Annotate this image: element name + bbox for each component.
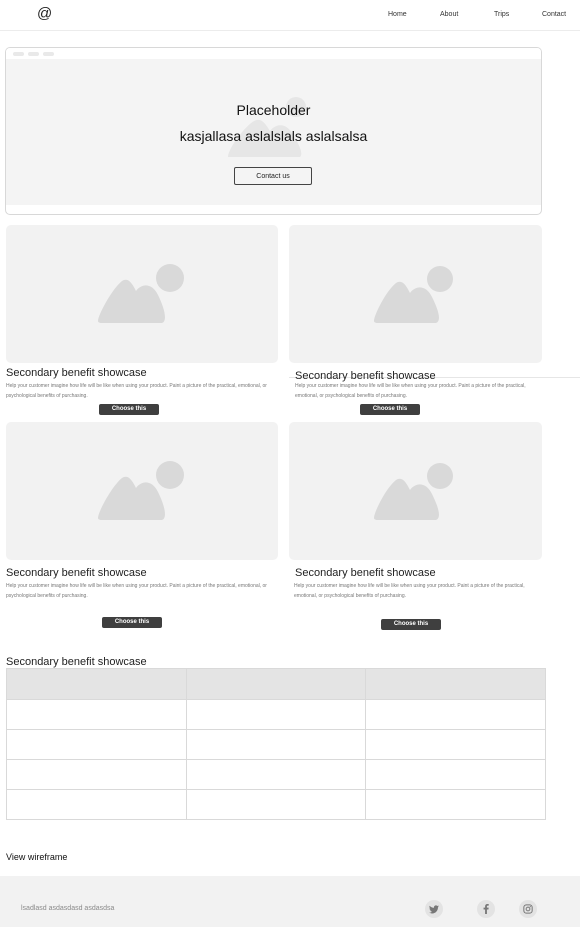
card-title: Secondary benefit showcase: [295, 567, 436, 579]
nav-link-trips[interactable]: Trips: [494, 11, 509, 18]
table-cell: [185, 759, 367, 790]
hero-section: Placeholder kasjallasa aslalslals aslals…: [5, 47, 542, 215]
card-image-placeholder: [6, 422, 278, 560]
table-header-cell: [365, 668, 546, 700]
choose-this-button[interactable]: Choose this: [360, 404, 420, 415]
window-dot: [28, 52, 39, 56]
hero-title: Placeholder: [236, 102, 311, 118]
table-section-title: Secondary benefit showcase: [6, 656, 147, 668]
card-image-placeholder: [289, 225, 542, 363]
window-dot: [13, 52, 24, 56]
table-cell: [6, 699, 187, 730]
twitter-icon[interactable]: [425, 900, 443, 918]
table-cell: [365, 699, 546, 730]
table-cell: [365, 729, 546, 760]
instagram-icon[interactable]: [519, 900, 537, 918]
image-placeholder-icon: [98, 461, 184, 520]
card-description: Help your customer imagine how life will…: [6, 383, 267, 399]
table-cell: [6, 789, 187, 820]
card-description: Help your customer imagine how life will…: [295, 383, 526, 399]
table-header-cell: [185, 668, 367, 700]
card-title: Secondary benefit showcase: [6, 567, 147, 579]
table-cell: [6, 729, 187, 760]
comparison-table: [6, 668, 546, 820]
image-placeholder-icon: [98, 264, 184, 323]
choose-this-button[interactable]: Choose this: [99, 404, 159, 415]
image-placeholder-icon: [374, 266, 453, 323]
table-cell: [365, 789, 546, 820]
choose-this-button[interactable]: Choose this: [102, 617, 162, 628]
hero-image-area: Placeholder kasjallasa aslalslals aslals…: [6, 59, 541, 205]
table-row: [6, 729, 546, 760]
card-image-placeholder: [289, 422, 542, 560]
table-cell: [185, 699, 367, 730]
facebook-icon[interactable]: [477, 900, 495, 918]
browser-window-bar: [6, 48, 541, 59]
view-wireframe-link[interactable]: View wireframe: [6, 852, 67, 862]
hero-subtitle: kasjallasa aslalslals aslalsalsa: [179, 128, 368, 144]
footer: lsadlasd asdasdasd asdasdsa: [0, 876, 580, 927]
image-placeholder-icon: [374, 463, 453, 520]
window-dot: [43, 52, 54, 56]
table-cell: [185, 789, 367, 820]
nav-link-home[interactable]: Home: [388, 11, 407, 18]
nav-link-about[interactable]: About: [440, 11, 458, 18]
nav-link-contact[interactable]: Contact: [542, 11, 566, 18]
table-header-row: [6, 668, 546, 700]
table-cell: [6, 759, 187, 790]
card-image-placeholder: [6, 225, 278, 363]
choose-this-button[interactable]: Choose this: [381, 619, 441, 630]
top-navbar: @ Home About Trips Contact: [0, 0, 580, 31]
table-row: [6, 759, 546, 790]
table-header-cell: [6, 668, 187, 700]
footer-text: lsadlasd asdasdasd asdasdsa: [21, 905, 115, 912]
at-logo-icon[interactable]: @: [37, 5, 52, 22]
card-description: Help your customer imagine how life will…: [294, 583, 525, 599]
card-description: Help your customer imagine how life will…: [6, 583, 267, 599]
table-cell: [365, 759, 546, 790]
table-cell: [185, 729, 367, 760]
table-row: [6, 789, 546, 820]
hero-image-placeholder-icon: [228, 97, 306, 157]
table-row: [6, 699, 546, 730]
contact-us-button[interactable]: Contact us: [234, 167, 312, 185]
card-title: Secondary benefit showcase: [6, 367, 147, 379]
